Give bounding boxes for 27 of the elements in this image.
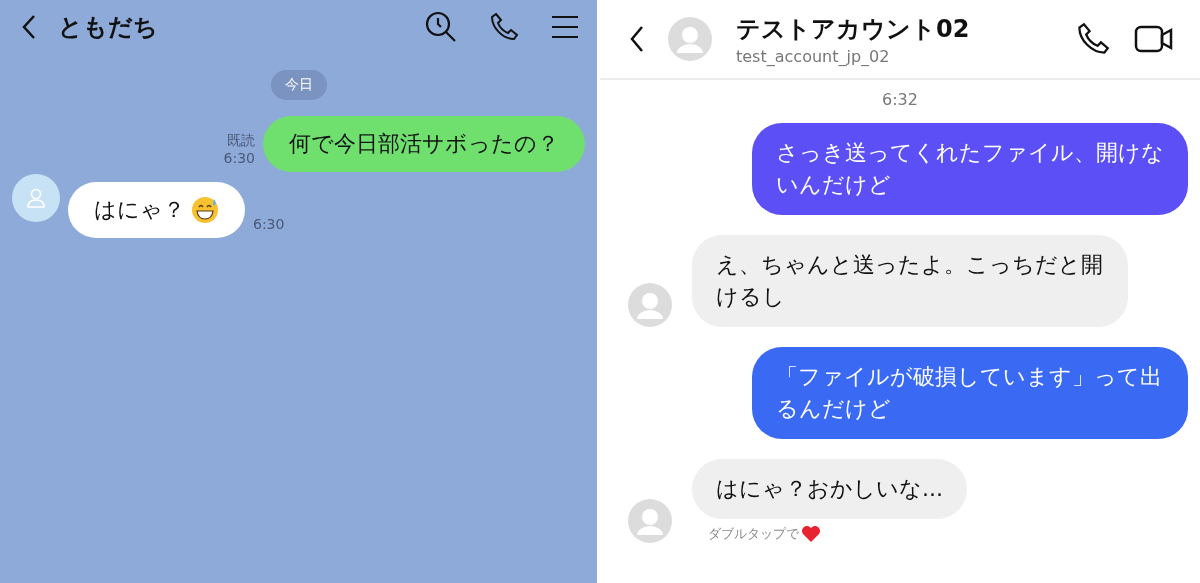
message-bubble: 何で今日部活サボったの？ [263, 116, 585, 172]
message-bubble: さっき送ってくれたファイル、開けないんだけど [752, 123, 1188, 215]
date-label: 今日 [270, 70, 327, 100]
back-icon[interactable] [22, 14, 36, 40]
person-icon [27, 188, 45, 208]
message-bubble: はにゃ？おかしいな... [692, 459, 967, 519]
menu-icon[interactable] [551, 15, 579, 39]
contact-name: テストアカウント02 [736, 13, 971, 45]
message-time: 6:30 [253, 216, 285, 234]
heart-icon [801, 525, 821, 543]
back-icon[interactable] [630, 25, 644, 53]
message-bubble: 「ファイルが破損しています」って出るんだけど [752, 347, 1188, 439]
double-tap-hint: ダブルタップで [708, 525, 799, 543]
avatar-icon [628, 499, 672, 543]
timestamp: 6:32 [882, 90, 918, 109]
avatar-icon [628, 283, 672, 327]
phone-icon[interactable] [1076, 22, 1110, 56]
chat-title: ともだち [58, 12, 159, 43]
avatar-icon [668, 17, 712, 61]
search-icon[interactable] [425, 11, 457, 43]
message-bubble: え、ちゃんと送ったよ。こっちだと開けるし [692, 235, 1128, 327]
phone-icon[interactable] [489, 12, 519, 42]
message-text: はにゃ？ [94, 196, 185, 224]
message-time: 6:30 [223, 150, 255, 166]
read-label: 既読 [227, 132, 255, 150]
username: test_account_jp_02 [736, 46, 891, 66]
video-call-icon[interactable] [1134, 24, 1174, 54]
